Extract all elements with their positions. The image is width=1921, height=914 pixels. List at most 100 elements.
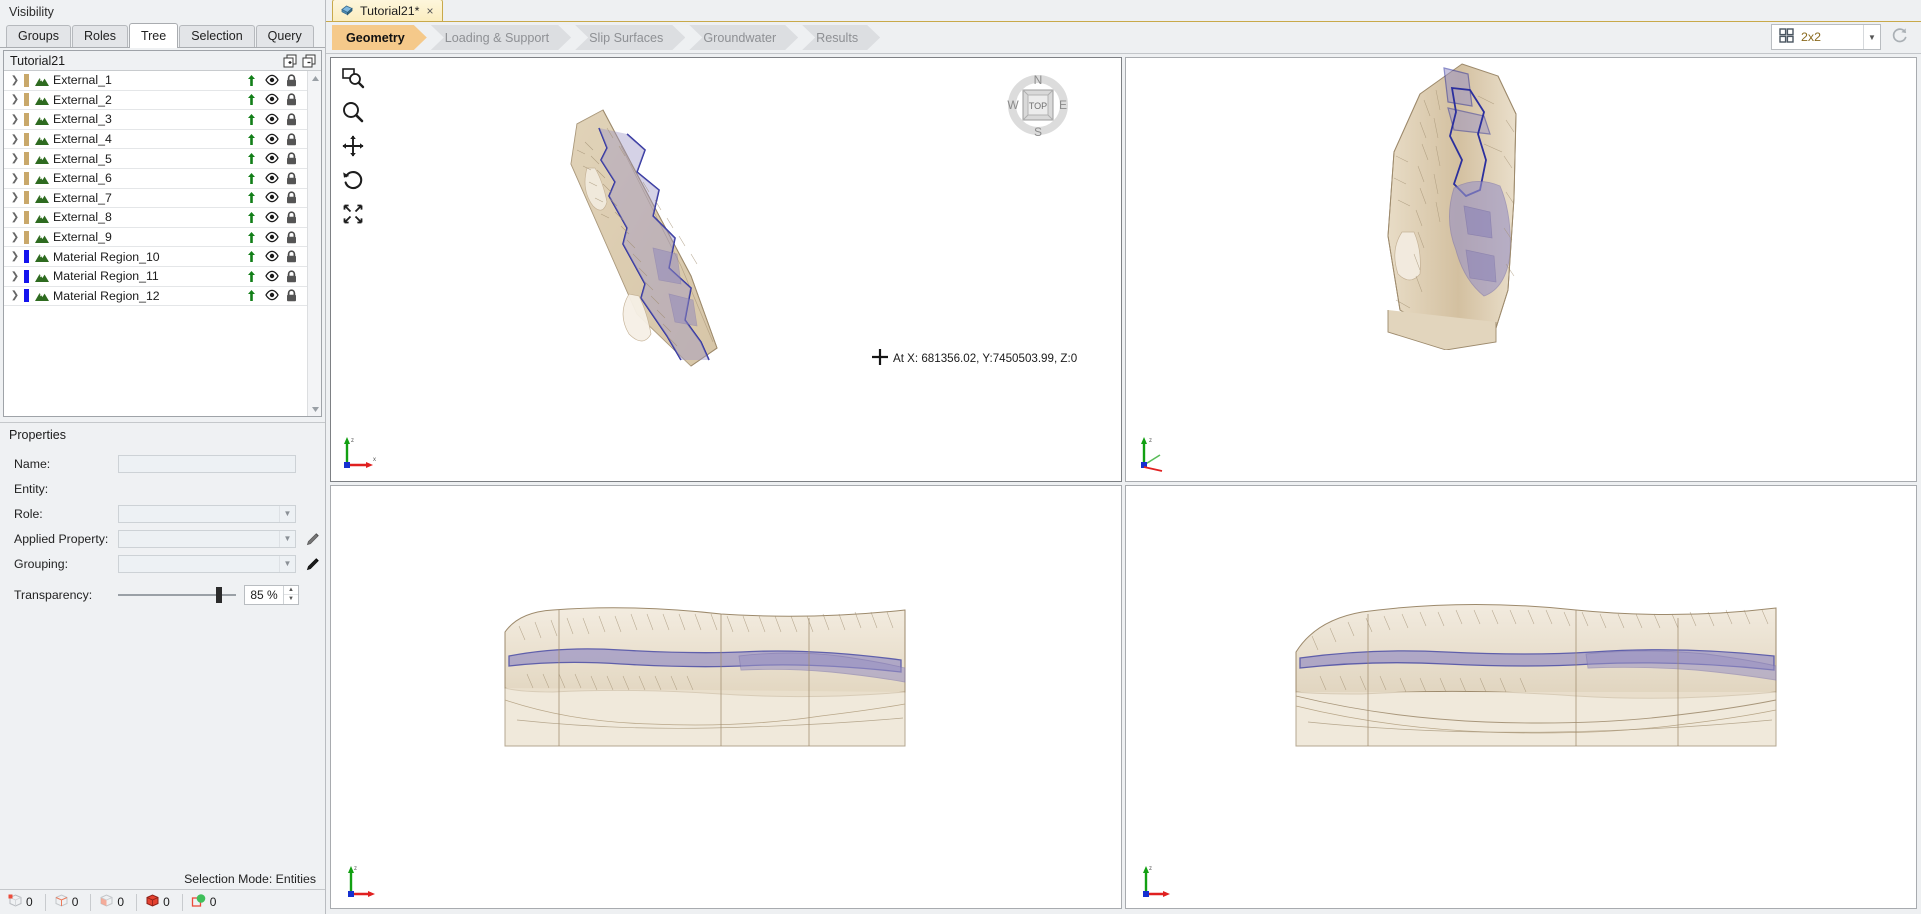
move-up-icon[interactable] [245, 250, 258, 263]
workflow-step-results[interactable]: Results [802, 25, 880, 50]
scroll-up-icon[interactable] [308, 71, 321, 85]
tree-expand-chevron-icon[interactable]: ❯ [6, 251, 24, 262]
view-compass-cube[interactable]: TOP N S E W [1003, 70, 1073, 140]
edit-applied-property-pencil-icon[interactable] [305, 531, 321, 547]
move-up-icon[interactable] [245, 93, 258, 106]
tree-row[interactable]: ❯External_2 [4, 91, 307, 111]
pan-icon[interactable] [341, 134, 365, 158]
expand-all-icon[interactable] [283, 54, 297, 68]
tree-row[interactable]: ❯Material Region_11 [4, 267, 307, 287]
viewport-layout-dropdown[interactable]: 2x2 ▼ [1771, 24, 1881, 50]
lock-icon[interactable] [285, 191, 298, 204]
eye-visibility-icon[interactable] [265, 191, 278, 204]
scroll-down-icon[interactable] [308, 402, 321, 416]
move-up-icon[interactable] [245, 270, 258, 283]
tree-row[interactable]: ❯External_3 [4, 110, 307, 130]
tree-expand-chevron-icon[interactable]: ❯ [6, 271, 24, 282]
tree-expand-chevron-icon[interactable]: ❯ [6, 290, 24, 301]
spin-down-icon[interactable]: ▼ [284, 594, 298, 604]
workflow-step-geometry[interactable]: Geometry [332, 25, 427, 50]
viewport-top-left-isometric-view[interactable]: TOP N S E W [330, 57, 1122, 482]
lock-icon[interactable] [285, 250, 298, 263]
tree-row[interactable]: ❯External_8 [4, 208, 307, 228]
tab-selection[interactable]: Selection [179, 25, 254, 47]
applied-property-dropdown[interactable]: ▼ [118, 530, 296, 548]
tree-expand-chevron-icon[interactable]: ❯ [6, 75, 24, 86]
viewport-bottom-right-section-view[interactable]: z [1125, 485, 1917, 910]
move-up-icon[interactable] [245, 211, 258, 224]
zoom-window-icon[interactable] [341, 66, 365, 90]
eye-visibility-icon[interactable] [265, 231, 278, 244]
tab-groups[interactable]: Groups [6, 25, 71, 47]
workflow-step-loading-and-support[interactable]: Loading & Support [431, 25, 571, 50]
lock-icon[interactable] [285, 74, 298, 87]
tree-row[interactable]: ❯External_4 [4, 130, 307, 150]
move-up-icon[interactable] [245, 191, 258, 204]
lock-icon[interactable] [285, 113, 298, 126]
grouping-dropdown[interactable]: ▼ [118, 555, 296, 573]
lock-icon[interactable] [285, 133, 298, 146]
transparency-slider-handle[interactable] [216, 587, 222, 603]
eye-visibility-icon[interactable] [265, 270, 278, 283]
tree-row[interactable]: ❯Material Region_12 [4, 287, 307, 307]
zoom-extents-icon[interactable] [341, 202, 365, 226]
eye-visibility-icon[interactable] [265, 74, 278, 87]
refresh-button[interactable] [1885, 24, 1913, 50]
move-up-icon[interactable] [245, 289, 258, 302]
tree-expand-chevron-icon[interactable]: ❯ [6, 134, 24, 145]
tree-row[interactable]: ❯External_6 [4, 169, 307, 189]
transparency-stepper[interactable]: 85 % ▲ ▼ [244, 585, 299, 605]
lock-icon[interactable] [285, 172, 298, 185]
move-up-icon[interactable] [245, 113, 258, 126]
move-up-icon[interactable] [245, 231, 258, 244]
tree-expand-chevron-icon[interactable]: ❯ [6, 192, 24, 203]
workflow-step-groundwater[interactable]: Groundwater [689, 25, 798, 50]
eye-visibility-icon[interactable] [265, 289, 278, 302]
name-field[interactable] [118, 455, 296, 473]
rotate-icon[interactable] [341, 168, 365, 192]
eye-visibility-icon[interactable] [265, 172, 278, 185]
tree-row[interactable]: ❯External_5 [4, 149, 307, 169]
lock-icon[interactable] [285, 270, 298, 283]
workflow-step-slip-surfaces[interactable]: Slip Surfaces [575, 25, 685, 50]
move-up-icon[interactable] [245, 152, 258, 165]
tree-scrollbar[interactable] [307, 71, 321, 416]
viewport-bottom-left-section-view[interactable]: z [330, 485, 1122, 910]
tree-row[interactable]: ❯External_1 [4, 71, 307, 91]
close-icon[interactable]: × [425, 4, 434, 18]
tree-expand-chevron-icon[interactable]: ❯ [6, 173, 24, 184]
lock-icon[interactable] [285, 152, 298, 165]
tab-query[interactable]: Query [256, 25, 314, 47]
zoom-icon[interactable] [341, 100, 365, 124]
collapse-all-icon[interactable] [302, 54, 316, 68]
eye-visibility-icon[interactable] [265, 93, 278, 106]
lock-icon[interactable] [285, 289, 298, 302]
lock-icon[interactable] [285, 211, 298, 224]
transparency-slider[interactable] [118, 594, 236, 596]
tree-expand-chevron-icon[interactable]: ❯ [6, 114, 24, 125]
tree-expand-chevron-icon[interactable]: ❯ [6, 153, 24, 164]
tab-tree[interactable]: Tree [129, 23, 178, 48]
move-up-icon[interactable] [245, 74, 258, 87]
spin-up-icon[interactable]: ▲ [284, 586, 298, 595]
eye-visibility-icon[interactable] [265, 211, 278, 224]
eye-visibility-icon[interactable] [265, 250, 278, 263]
tree-expand-chevron-icon[interactable]: ❯ [6, 232, 24, 243]
viewport-top-right-plan-view[interactable]: z [1125, 57, 1917, 482]
role-dropdown[interactable]: ▼ [118, 505, 296, 523]
eye-visibility-icon[interactable] [265, 152, 278, 165]
move-up-icon[interactable] [245, 172, 258, 185]
tab-roles[interactable]: Roles [72, 25, 128, 47]
lock-icon[interactable] [285, 231, 298, 244]
tree-row[interactable]: ❯External_9 [4, 228, 307, 248]
tree-row[interactable]: ❯External_7 [4, 189, 307, 209]
lock-icon[interactable] [285, 93, 298, 106]
eye-visibility-icon[interactable] [265, 113, 278, 126]
eye-visibility-icon[interactable] [265, 133, 278, 146]
document-tab-tutorial21[interactable]: Tutorial21* × [332, 0, 443, 21]
tree-expand-chevron-icon[interactable]: ❯ [6, 212, 24, 223]
move-up-icon[interactable] [245, 133, 258, 146]
tree-expand-chevron-icon[interactable]: ❯ [6, 94, 24, 105]
edit-grouping-pencil-icon[interactable] [305, 556, 321, 572]
tree-row[interactable]: ❯Material Region_10 [4, 247, 307, 267]
